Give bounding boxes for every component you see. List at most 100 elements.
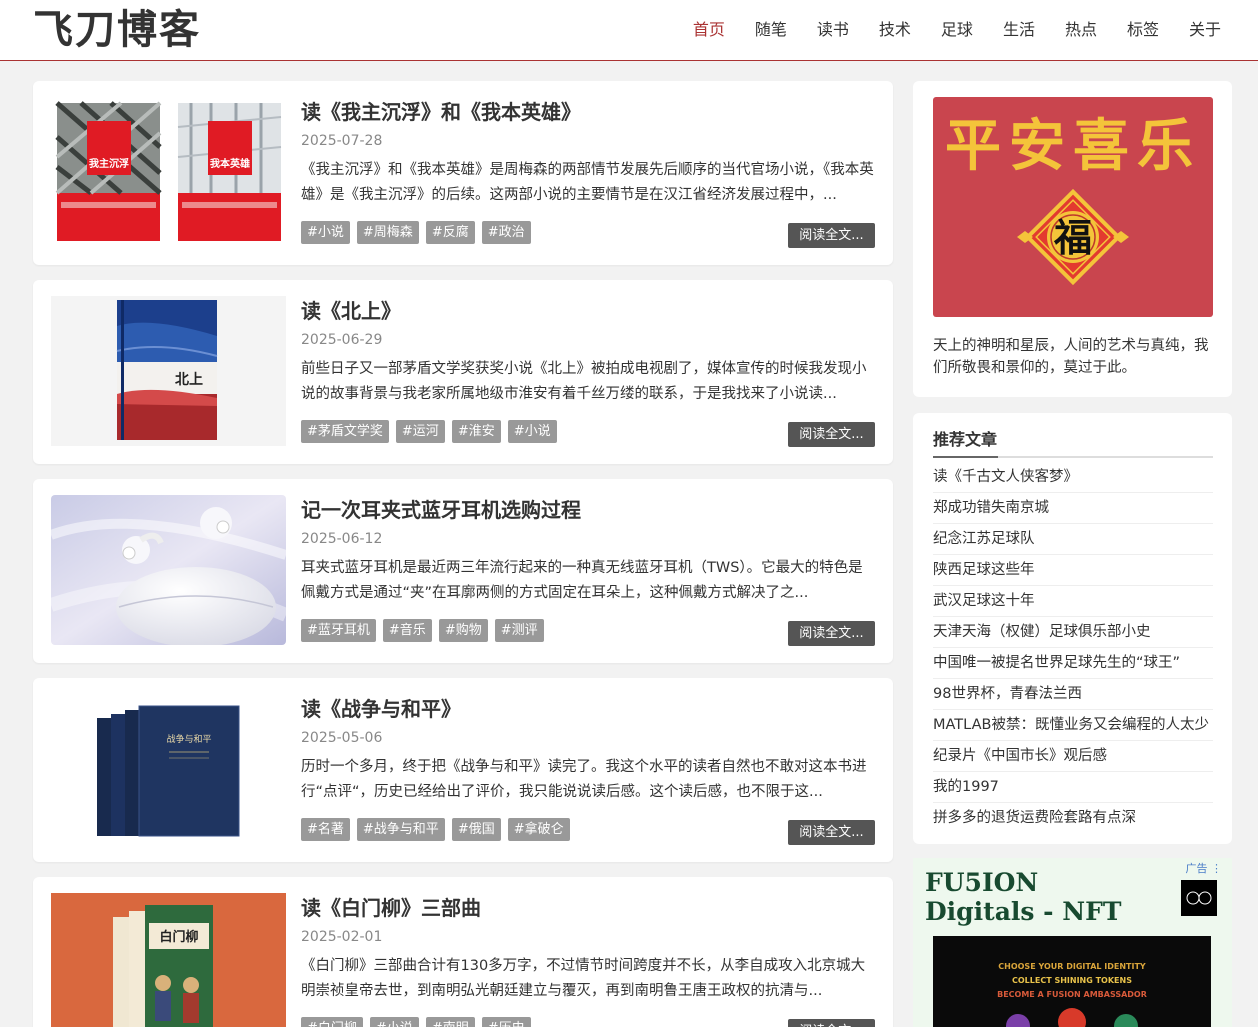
post-excerpt: 《白门柳》三部曲合计有130多万字，不过情节时间跨度并不长，从李自成攻入北京城大… — [301, 958, 866, 999]
post-title[interactable]: 读《北上》 — [301, 296, 401, 326]
cover-title-text: 北上 — [175, 372, 203, 388]
recommended-item[interactable]: 陕西足球这些年 — [933, 555, 1213, 586]
site-motto: 天上的神明和星辰，人间的艺术与真纯，我们所敬畏和景仰的，莫过于此。 — [933, 338, 1209, 376]
tag[interactable]: #蓝牙耳机 — [301, 619, 376, 642]
ad-banner-image[interactable]: CHOOSE YOUR DIGITAL IDENTITY COLLECT SHI… — [933, 936, 1211, 1027]
recommended-item[interactable]: 郑成功错失南京城 — [933, 493, 1213, 524]
tag[interactable]: #小说 — [507, 420, 557, 443]
book-cover-image: 我主沉浮 我本英雄 — [51, 97, 286, 247]
site-logo[interactable]: 飞刀博客 — [33, 4, 201, 56]
read-more-button[interactable]: 阅读全文... — [788, 1019, 875, 1027]
fu-diamond-icon: 福 — [1017, 188, 1129, 286]
post-thumbnail[interactable]: 北上 — [51, 296, 286, 446]
nav-item-hot[interactable]: 热点 — [1050, 0, 1112, 60]
tag[interactable]: #南明 — [425, 1017, 475, 1027]
recommended-list: 读《千古文人侠客梦》 郑成功错失南京城 纪念江苏足球队 陕西足球这些年 武汉足球… — [933, 462, 1213, 834]
nav-item-football[interactable]: 足球 — [926, 0, 988, 60]
tag[interactable]: #运河 — [395, 420, 445, 443]
ad-line: CHOOSE YOUR DIGITAL IDENTITY — [998, 962, 1146, 971]
more-options-icon[interactable]: ⋮ — [1211, 862, 1222, 875]
post-date: 2025-02-01 — [301, 929, 383, 945]
nav-item-home[interactable]: 首页 — [678, 0, 740, 60]
sidebar-about-card: 平安喜乐 福 天上的神明和星辰，人间的艺术与真纯，我们所敬畏和景仰的，莫过于此。 — [913, 81, 1232, 397]
recommended-posts-card: 推荐文章 读《千古文人侠客梦》 郑成功错失南京城 纪念江苏足球队 陕西足球这些年… — [913, 413, 1232, 844]
read-more-button[interactable]: 阅读全文... — [788, 820, 875, 845]
tag-list: #蓝牙耳机 #音乐 #购物 #测评 — [301, 619, 544, 642]
ad-artwork — [1006, 1008, 1138, 1027]
post-title[interactable]: 读《我主沉浮》和《我本英雄》 — [301, 97, 581, 127]
ad-line: BECOME A FUSION AMBASSADOR — [997, 990, 1147, 999]
recommended-item[interactable]: 我的1997 — [933, 772, 1213, 803]
tag[interactable]: #白门柳 — [301, 1017, 363, 1027]
tag[interactable]: #名著 — [301, 818, 350, 841]
post-date: 2025-05-06 — [301, 730, 383, 746]
tag[interactable]: #购物 — [438, 619, 488, 642]
post-card: 战争与和平 读《战争与和平》 2025-05-06 历时一个多月，终于把《战争与… — [33, 678, 893, 862]
cover-title-text: 白门柳 — [159, 929, 198, 945]
tag-list: #小说 #周梅森 #反腐 #政治 — [301, 221, 531, 244]
tag[interactable]: #政治 — [481, 221, 531, 244]
nav-item-tech[interactable]: 技术 — [864, 0, 926, 60]
post-title[interactable]: 读《白门柳》三部曲 — [301, 893, 481, 923]
post-thumbnail[interactable]: 战争与和平 — [51, 694, 286, 844]
post-title[interactable]: 读《战争与和平》 — [301, 694, 461, 724]
nav-item-essays[interactable]: 随笔 — [740, 0, 802, 60]
fu-character: 福 — [1053, 216, 1092, 260]
post-card: 北上 读《北上》 2025-06-29 前些日子又一部茅盾文学奖获奖小说《北上》… — [33, 280, 893, 464]
tag[interactable]: #俄国 — [451, 818, 501, 841]
heading-divider-accent — [933, 456, 998, 458]
ad-line: COLLECT SHINING TOKENS — [1012, 976, 1132, 985]
read-more-button[interactable]: 阅读全文... — [788, 223, 875, 248]
tag[interactable]: #周梅森 — [356, 221, 419, 244]
tag[interactable]: #战争与和平 — [356, 818, 445, 841]
post-excerpt: 《我主沉浮》和《我本英雄》是周梅森的两部情节发展先后顺序的当代官场小说，《我本英… — [301, 162, 874, 203]
post-excerpt: 耳夹式蓝牙耳机是最近两三年流行起来的一种真无线蓝牙耳机（TWS）。它最大的特色是… — [301, 560, 863, 601]
post-thumbnail[interactable]: 我主沉浮 我本英雄 — [51, 97, 286, 247]
nav-item-reading[interactable]: 读书 — [802, 0, 864, 60]
recommended-item[interactable]: 读《千古文人侠客梦》 — [933, 462, 1213, 493]
ad-title[interactable]: FU5ION Digitals - NFT — [925, 868, 1155, 926]
tag[interactable]: #小说 — [369, 1017, 419, 1027]
tag[interactable]: #茅盾文学奖 — [301, 420, 389, 443]
tag[interactable]: #反腐 — [425, 221, 475, 244]
ad-logo-icon — [1181, 880, 1217, 916]
recommended-item[interactable]: 纪录片《中国市长》观后感 — [933, 741, 1213, 772]
nav-item-tags[interactable]: 标签 — [1112, 0, 1174, 60]
read-more-button[interactable]: 阅读全文... — [788, 621, 875, 646]
recommended-heading: 推荐文章 — [933, 430, 998, 449]
post-date: 2025-07-28 — [301, 133, 383, 149]
book-set-image: 战争与和平 — [51, 694, 286, 844]
post-card: 记一次耳夹式蓝牙耳机选购过程 2025-06-12 耳夹式蓝牙耳机是最近两三年流… — [33, 479, 893, 663]
read-more-button[interactable]: 阅读全文... — [788, 422, 875, 447]
recommended-item[interactable]: 拼多多的退货运费险套路有点深 — [933, 803, 1213, 834]
tag[interactable]: #测评 — [494, 619, 544, 642]
nav-item-life[interactable]: 生活 — [988, 0, 1050, 60]
recommended-item[interactable]: 中国唯一被提名世界足球先生的“球王” — [933, 648, 1213, 679]
earbuds-product-image — [51, 495, 286, 645]
tag[interactable]: #拿破仑 — [507, 818, 570, 841]
tag[interactable]: #淮安 — [451, 420, 501, 443]
tag-list: #白门柳 #小说 #南明 #历史 — [301, 1017, 531, 1027]
cover-title-text: 战争与和平 — [166, 733, 211, 745]
ad-label[interactable]: 广告 ⋮ — [1186, 860, 1223, 876]
nav-item-about[interactable]: 关于 — [1174, 0, 1236, 60]
cover-title-text: 我主沉浮 — [89, 157, 129, 170]
advertisement[interactable]: 广告 ⋮ FU5ION Digitals - NFT CHOOSE YOUR D… — [913, 858, 1232, 1027]
tag[interactable]: #历史 — [481, 1017, 531, 1027]
recommended-item[interactable]: MATLAB被禁：既懂业务又会编程的人太少 — [933, 710, 1213, 741]
book-cover-image: 北上 — [51, 296, 286, 446]
recommended-item[interactable]: 纪念江苏足球队 — [933, 524, 1213, 555]
blessing-banner: 平安喜乐 福 — [933, 97, 1213, 317]
site-header: 飞刀博客 首页 随笔 读书 技术 足球 生活 热点 标签 关于 — [0, 0, 1258, 61]
post-excerpt: 前些日子又一部茅盾文学奖获奖小说《北上》被拍成电视剧了，媒体宣传的时候我发现小说… — [301, 361, 867, 402]
recommended-item[interactable]: 98世界杯，青春法兰西 — [933, 679, 1213, 710]
tag[interactable]: #小说 — [301, 221, 350, 244]
post-thumbnail[interactable] — [51, 495, 286, 645]
post-card: 白门柳 读《白门柳》三部曲 2025-02-01 《白门柳》三部曲合计有130多… — [33, 877, 893, 1027]
tag[interactable]: #音乐 — [382, 619, 432, 642]
recommended-item[interactable]: 天津天海（权健）足球俱乐部小史 — [933, 617, 1213, 648]
post-title[interactable]: 记一次耳夹式蓝牙耳机选购过程 — [301, 495, 581, 525]
post-thumbnail[interactable]: 白门柳 — [51, 893, 286, 1027]
recommended-item[interactable]: 武汉足球这十年 — [933, 586, 1213, 617]
post-date: 2025-06-12 — [301, 531, 383, 547]
